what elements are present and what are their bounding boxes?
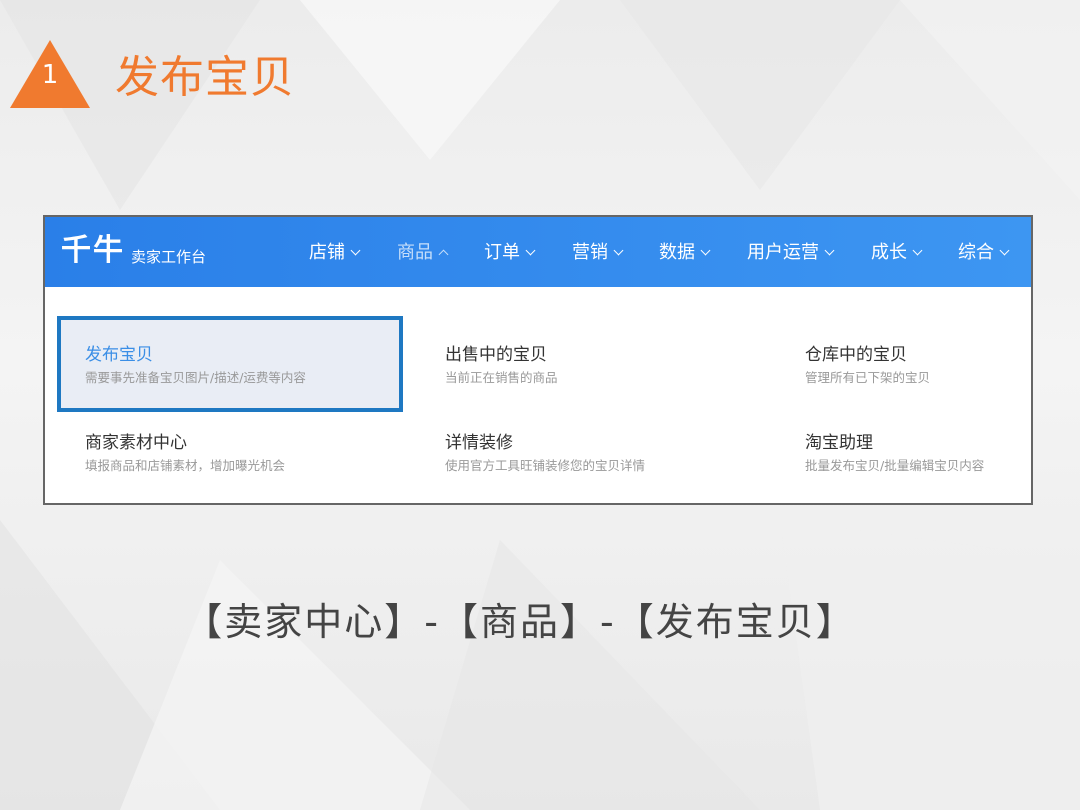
menu-item-desc: 填报商品和店铺素材，增加曝光机会	[85, 458, 286, 473]
chevron-down-icon	[700, 245, 711, 256]
nav-label: 综合	[958, 242, 994, 263]
nav-item-orders[interactable]: 订单	[484, 241, 536, 265]
menu-item-detail-decoration[interactable]: 详情装修 使用官方工具旺铺装修您的宝贝详情	[445, 432, 785, 475]
chevron-down-icon	[525, 245, 536, 256]
navigation-path: 【卖家中心】-【商品】-【发布宝贝】	[184, 600, 856, 644]
menu-item-on-sale[interactable]: 出售中的宝贝 当前正在销售的商品	[445, 344, 785, 387]
qianniu-logo[interactable]: 千牛	[61, 233, 125, 269]
menu-item-desc: 需要事先准备宝贝图片/描述/运费等内容	[85, 370, 306, 385]
nav-item-products[interactable]: 商品	[397, 241, 449, 265]
nav-item-store[interactable]: 店铺	[309, 241, 361, 265]
nav-item-marketing[interactable]: 营销	[572, 241, 624, 265]
chevron-down-icon	[999, 245, 1010, 256]
nav-label: 成长	[871, 242, 907, 263]
chevron-up-icon	[438, 249, 449, 260]
step-number: 1	[41, 60, 59, 90]
nav-item-data[interactable]: 数据	[659, 241, 711, 265]
nav-item-general[interactable]: 综合	[958, 241, 1010, 265]
nav-label: 营销	[572, 242, 608, 263]
nav-label: 用户运营	[747, 242, 819, 263]
menu-item-title: 仓库中的宝贝	[805, 345, 907, 365]
menu-item-title: 出售中的宝贝	[445, 345, 547, 365]
nav-label: 数据	[659, 242, 695, 263]
nav-item-user-ops[interactable]: 用户运营	[747, 241, 835, 265]
menu-item-desc: 管理所有已下架的宝贝	[805, 370, 931, 385]
menu-item-desc: 批量发布宝贝/批量编辑宝贝内容	[805, 458, 985, 473]
menu-item-desc: 使用官方工具旺铺装修您的宝贝详情	[445, 458, 646, 473]
menu-item-warehouse[interactable]: 仓库中的宝贝 管理所有已下架的宝贝	[805, 344, 1031, 387]
menu-item-desc: 当前正在销售的商品	[445, 370, 558, 385]
seller-workbench-panel: 千牛 卖家工作台 店铺 商品 订单 营销 数据 用户运营 成长 综合 发布宝贝	[43, 215, 1033, 505]
top-navbar: 千牛 卖家工作台 店铺 商品 订单 营销 数据 用户运营 成长 综合	[45, 217, 1031, 287]
step-title: 发布宝贝	[115, 52, 295, 103]
menu-item-title: 发布宝贝	[85, 345, 153, 365]
nav-item-growth[interactable]: 成长	[871, 241, 923, 265]
menu-item-title: 淘宝助理	[805, 433, 873, 453]
menu-item-title: 商家素材中心	[85, 433, 187, 453]
menu-item-material-center[interactable]: 商家素材中心 填报商品和店铺素材，增加曝光机会	[85, 432, 425, 475]
chevron-down-icon	[613, 245, 624, 256]
app-subtitle: 卖家工作台	[131, 248, 207, 266]
products-dropdown-menu: 发布宝贝 需要事先准备宝贝图片/描述/运费等内容 出售中的宝贝 当前正在销售的商…	[45, 287, 1031, 503]
nav-label: 商品	[397, 242, 433, 263]
chevron-down-icon	[912, 245, 923, 256]
nav-label: 订单	[484, 242, 520, 263]
chevron-down-icon	[824, 245, 835, 256]
chevron-down-icon	[350, 245, 361, 256]
menu-item-publish[interactable]: 发布宝贝 需要事先准备宝贝图片/描述/运费等内容	[85, 344, 425, 387]
nav-label: 店铺	[309, 242, 345, 263]
menu-item-taobao-assistant[interactable]: 淘宝助理 批量发布宝贝/批量编辑宝贝内容	[805, 432, 1031, 475]
menu-item-title: 详情装修	[445, 433, 513, 453]
